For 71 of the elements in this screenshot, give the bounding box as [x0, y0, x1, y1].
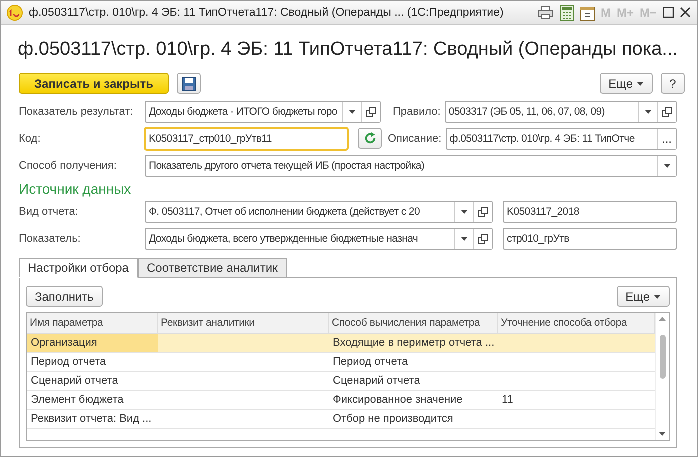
- help-button[interactable]: ?: [661, 73, 685, 94]
- open-button[interactable]: [473, 202, 492, 222]
- field-label: Способ получения:: [19, 160, 118, 172]
- save-button[interactable]: [177, 73, 201, 94]
- table-cell: Сценарий отчета: [31, 375, 118, 387]
- field-label: Вид отчета:: [19, 206, 80, 218]
- scroll-down-icon[interactable]: [659, 432, 666, 436]
- caret-icon: [348, 110, 356, 114]
- tab[interactable]: Настройки отбора: [19, 258, 138, 278]
- caret-icon: [664, 164, 670, 168]
- table-cell: Реквизит отчета: Вид ...: [31, 413, 152, 425]
- calendar-icon[interactable]: [580, 4, 595, 20]
- table-cell: 11: [502, 394, 514, 406]
- caret-icon: [637, 82, 644, 86]
- open-button[interactable]: [361, 102, 380, 122]
- select-field[interactable]: Доходы бюджета - ИТОГО бюджеты горо: [145, 100, 381, 122]
- open-window-icon: [478, 206, 488, 216]
- section-title: Источник данных: [19, 181, 132, 197]
- scroll-up-icon[interactable]: [659, 317, 666, 321]
- open-window-icon: [366, 106, 376, 116]
- input-field[interactable]: K0503117_2018: [503, 200, 677, 222]
- form-heading: ф.0503117\стр. 010\гр. 4 ЭБ: 11 ТипОтчета117: Сводный (Операнды пока...: [18, 39, 680, 61]
- more-button[interactable]: Еще: [600, 73, 653, 94]
- column-header[interactable]: Имя параметра: [27, 313, 158, 333]
- dropdown-button[interactable]: [657, 156, 676, 176]
- refresh-button[interactable]: [358, 128, 382, 149]
- close-icon[interactable]: [680, 7, 691, 18]
- table-cell: Элемент бюджета: [31, 394, 124, 406]
- open-window-icon: [478, 234, 488, 244]
- caret-icon: [460, 236, 468, 240]
- caret-icon: [654, 294, 661, 298]
- app-logo-icon: [7, 4, 23, 20]
- field-label: Правило:: [393, 106, 441, 118]
- caret-icon: [644, 110, 652, 114]
- input-field[interactable]: стр010_грУтв: [503, 228, 677, 250]
- window-title: ф.0503117\стр. 010\гр. 4 ЭБ: 11 ТипОтчета117: Сводный (Операнды ... (1С:Предприятие): [29, 6, 505, 18]
- more-button[interactable]: Еще: [616, 286, 670, 307]
- select-field[interactable]: Доходы бюджета, всего утвержденные бюджетные назнач: [145, 228, 493, 250]
- table-cell: Период отчета: [333, 356, 408, 368]
- field-label: Описание:: [388, 132, 442, 144]
- refresh-icon: [364, 132, 376, 145]
- maximize-icon[interactable]: [663, 7, 674, 18]
- field-label: Код:: [19, 132, 42, 144]
- table-cell: Входящие в периметр отчета ...: [333, 337, 495, 349]
- field-label: Показатель:: [19, 232, 82, 244]
- input-field[interactable]: ф.0503117\стр. 010\гр. 4 ЭБ: 11 ТипОтче ...: [446, 128, 677, 150]
- input-field[interactable]: K0503117_стр010_грУтв11: [145, 128, 348, 150]
- table-cell: Фиксированное значение: [333, 394, 463, 406]
- table-cell: Организация: [31, 337, 98, 349]
- column-header[interactable]: Уточнение способа отбора: [498, 313, 655, 333]
- table-cell: Сценарий отчета: [333, 375, 420, 387]
- table-row[interactable]: Организация Входящие в периметр отчета ...: [27, 334, 655, 353]
- save-and-close-button[interactable]: Записать и закрыть: [19, 73, 169, 94]
- open-button[interactable]: [657, 102, 676, 122]
- caret-icon: [460, 210, 468, 214]
- open-button[interactable]: [473, 228, 492, 248]
- select-field[interactable]: 0503317 (ЭБ 05, 11, 06, 07, 08, 09): [444, 100, 677, 122]
- column-header[interactable]: Способ вычисления параметра: [329, 313, 498, 333]
- calculator-icon[interactable]: [560, 4, 574, 20]
- tab[interactable]: Соответствие аналитик: [138, 258, 287, 278]
- scrollbar[interactable]: [655, 313, 669, 440]
- select-field[interactable]: Ф. 0503117, Отчет об исполнении бюджета (действует с 20: [145, 200, 493, 222]
- open-window-icon: [662, 106, 672, 116]
- table-cell: Период отчета: [31, 356, 106, 368]
- column-header[interactable]: Реквизит аналитики: [158, 313, 329, 333]
- table-cell: Отбор не производится: [333, 413, 454, 425]
- field-label: Показатель результат:: [19, 106, 134, 118]
- printer-icon[interactable]: [538, 6, 554, 20]
- select-field[interactable]: Показатель другого отчета текущей ИБ (простая настройка): [145, 154, 677, 176]
- fill-button[interactable]: Заполнить: [26, 286, 103, 307]
- ellipsis-button[interactable]: ...: [657, 128, 676, 148]
